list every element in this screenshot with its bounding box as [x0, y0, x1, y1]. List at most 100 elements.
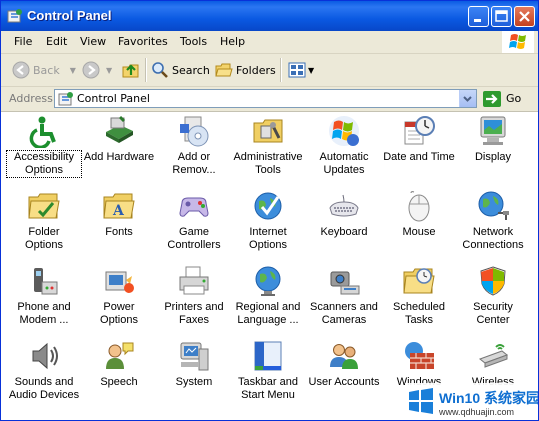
- toolbar-separator: [280, 58, 282, 82]
- sounds-audio-icon: [27, 339, 61, 373]
- folders-button[interactable]: Folders: [215, 59, 276, 81]
- address-label: Address: [9, 92, 53, 105]
- title-bar[interactable]: Control Panel: [1, 1, 538, 31]
- address-input[interactable]: Control Panel: [54, 89, 477, 108]
- item-label: Display: [474, 151, 512, 163]
- item-folder-options[interactable]: Folder Options: [7, 189, 81, 252]
- item-speech[interactable]: Speech: [82, 339, 156, 389]
- item-network-connections[interactable]: Network Connections: [456, 189, 530, 252]
- go-button[interactable]: Go: [483, 89, 521, 108]
- item-fonts[interactable]: A Fonts: [82, 189, 156, 239]
- forward-arrow-icon: [82, 61, 100, 79]
- forward-button[interactable]: ▼: [82, 59, 112, 81]
- minimize-button[interactable]: [468, 6, 489, 27]
- item-power-options[interactable]: Power Options: [82, 264, 156, 327]
- menu-tools[interactable]: Tools: [180, 35, 207, 48]
- item-label: Printers and Faxes: [164, 301, 224, 326]
- control-panel-icon: [58, 92, 73, 106]
- site-watermark: Win10 系统家园 www.qdhuajin.com: [405, 383, 539, 420]
- item-label: Fonts: [105, 226, 133, 238]
- item-label: Folder Options: [25, 226, 63, 251]
- item-label: Mouse: [402, 226, 436, 238]
- address-value: Control Panel: [77, 92, 150, 105]
- maximize-button[interactable]: [491, 6, 512, 27]
- windows-logo-icon: [502, 31, 534, 53]
- chevron-down-icon: [463, 96, 472, 102]
- item-phone-and-modem[interactable]: Phone and Modem ...: [7, 264, 81, 327]
- item-game-controllers[interactable]: Game Controllers: [157, 189, 231, 252]
- up-folder-button[interactable]: [121, 59, 141, 81]
- menu-favorites[interactable]: Favorites: [118, 35, 168, 48]
- item-automatic-updates[interactable]: Automatic Updates: [307, 114, 381, 177]
- item-label: Taskbar and Start Menu: [238, 376, 298, 401]
- item-label: Power Options: [100, 301, 138, 326]
- item-label: Security Center: [473, 301, 513, 326]
- item-wireless-network[interactable]: Wireless: [456, 339, 530, 389]
- menu-view[interactable]: View: [80, 35, 106, 48]
- item-label: Keyboard: [320, 226, 368, 238]
- speech-icon: [102, 339, 136, 373]
- item-user-accounts[interactable]: User Accounts: [307, 339, 381, 389]
- back-button[interactable]: Back ▼: [12, 59, 76, 81]
- views-button[interactable]: ▼: [288, 59, 314, 81]
- menu-edit[interactable]: Edit: [46, 35, 67, 48]
- system-icon: [177, 339, 211, 373]
- watermark-title: Win10 系统家园: [439, 390, 539, 406]
- item-label: Scanners and Cameras: [310, 301, 378, 326]
- item-label: Network Connections: [462, 226, 524, 251]
- taskbar-start-menu-icon: [251, 339, 285, 373]
- item-label: Add or Remov...: [172, 151, 216, 176]
- item-label: Internet Options: [249, 226, 287, 251]
- address-dropdown-button[interactable]: [459, 90, 476, 107]
- accessibility-icon: [27, 114, 61, 148]
- scheduled-tasks-icon: [402, 264, 436, 298]
- item-sounds-and-audio-devices[interactable]: Sounds and Audio Devices: [7, 339, 81, 402]
- item-label: Sounds and Audio Devices: [8, 376, 80, 401]
- power-options-icon: [102, 264, 136, 298]
- fonts-icon: A: [102, 189, 136, 223]
- item-system[interactable]: System: [157, 339, 231, 389]
- menu-bar: File Edit View Favorites Tools Help: [1, 31, 538, 54]
- control-panel-window: Control Panel File Edit View Favorites T…: [0, 0, 539, 421]
- display-icon: [476, 114, 510, 148]
- close-button[interactable]: [514, 6, 535, 27]
- icon-view: Accessibility Options Add Hardware Add o…: [1, 112, 538, 420]
- item-windows-firewall[interactable]: Windows: [382, 339, 456, 389]
- user-accounts-icon: [327, 339, 361, 373]
- item-add-hardware[interactable]: Add Hardware: [82, 114, 156, 164]
- back-dropdown-icon: ▼: [69, 65, 76, 75]
- item-internet-options[interactable]: Internet Options: [231, 189, 305, 252]
- item-date-and-time[interactable]: Date and Time: [382, 114, 456, 164]
- go-label: Go: [506, 92, 522, 105]
- item-add-remove-programs[interactable]: Add or Remov...: [157, 114, 231, 177]
- control-panel-icon: [7, 9, 22, 23]
- menu-help[interactable]: Help: [220, 35, 245, 48]
- item-display[interactable]: Display: [456, 114, 530, 164]
- item-regional-and-language[interactable]: Regional and Language ...: [231, 264, 305, 327]
- item-scheduled-tasks[interactable]: Scheduled Tasks: [382, 264, 456, 327]
- item-administrative-tools[interactable]: Administrative Tools: [231, 114, 305, 177]
- win10-logo-icon: [409, 388, 433, 414]
- item-label: Administrative Tools: [233, 151, 303, 176]
- search-label: Search: [172, 63, 210, 77]
- item-security-center[interactable]: Security Center: [456, 264, 530, 327]
- item-label: Regional and Language ...: [235, 301, 301, 326]
- item-label: Game Controllers: [167, 226, 221, 251]
- item-printers-and-faxes[interactable]: Printers and Faxes: [157, 264, 231, 327]
- folders-label: Folders: [236, 63, 276, 77]
- search-button[interactable]: Search: [151, 59, 210, 81]
- menu-file[interactable]: File: [14, 35, 32, 48]
- internet-options-icon: [251, 189, 285, 223]
- up-folder-icon: [122, 64, 139, 78]
- back-label: Back: [33, 63, 60, 77]
- item-accessibility-options[interactable]: Accessibility Options: [6, 114, 82, 178]
- item-taskbar-and-start-menu[interactable]: Taskbar and Start Menu: [231, 339, 305, 402]
- item-keyboard[interactable]: Keyboard: [307, 189, 381, 239]
- folder-options-icon: [27, 189, 61, 223]
- item-mouse[interactable]: Mouse: [382, 189, 456, 239]
- item-scanners-and-cameras[interactable]: Scanners and Cameras: [307, 264, 381, 327]
- automatic-updates-icon: [327, 114, 361, 148]
- mouse-icon: [402, 189, 436, 223]
- item-label: Scheduled Tasks: [393, 301, 445, 326]
- search-icon: [152, 62, 168, 78]
